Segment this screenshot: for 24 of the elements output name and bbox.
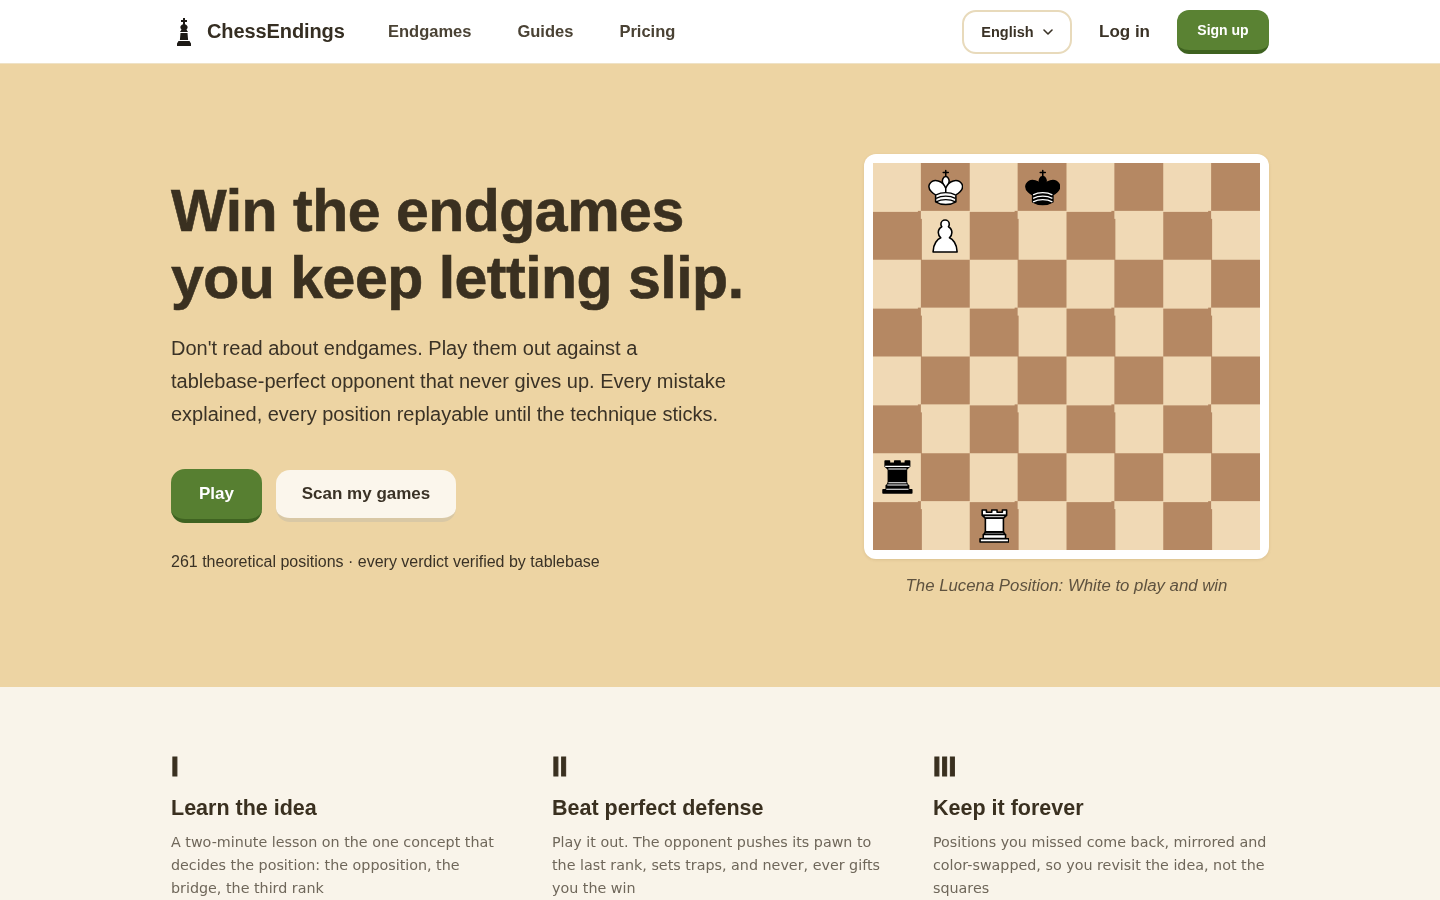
login-link[interactable]: Log in [1099,21,1150,42]
hero-description: Don't read about endgames. Play them out against a tablebase-perfect opponent that never gives up. Every mistake explained, every position replayable until the technique sticks. [171,336,727,427]
feature-description: Play it out. The opponent pushes its pawn to the last rank, sets traps, and never, ever gifts you the win [552,833,881,898]
chevron-down-icon [1042,28,1053,35]
roman-numeral: II [552,753,569,781]
chess-king-icon [176,17,192,46]
nav-link[interactable]: Pricing [619,22,676,41]
feature-description: A two-minute lesson on the one concept that decides the position: the opposition, the bridge, the third rank [171,833,495,898]
brand-name: ChessEndings [207,20,345,43]
play-button[interactable]: Play [171,469,262,523]
feature-heading: Beat perfect defense [552,795,765,821]
feature-heading: Keep it forever [933,795,1085,821]
stats-text: 261 theoretical positions · every verdict verified by tablebase [171,552,601,572]
feature-description: Positions you missed come back, mirrored and color-swapped, so you revisit the idea, not the squares [933,833,1268,898]
scan-games-button[interactable]: Scan my games [276,470,456,522]
board-caption: The Lucena Position: White to play and win [905,575,1228,597]
roman-numeral: III [933,753,958,781]
feature-heading: Learn the idea [171,795,318,821]
nav-link[interactable]: Endgames [388,22,472,41]
roman-numeral: I [171,753,180,781]
nav-link[interactable]: Guides [517,22,574,41]
signup-button[interactable]: Sign up [1177,9,1269,54]
hero-heading: Win the endgames you keep letting slip. [171,178,745,312]
language-dropdown[interactable]: English [962,9,1072,54]
